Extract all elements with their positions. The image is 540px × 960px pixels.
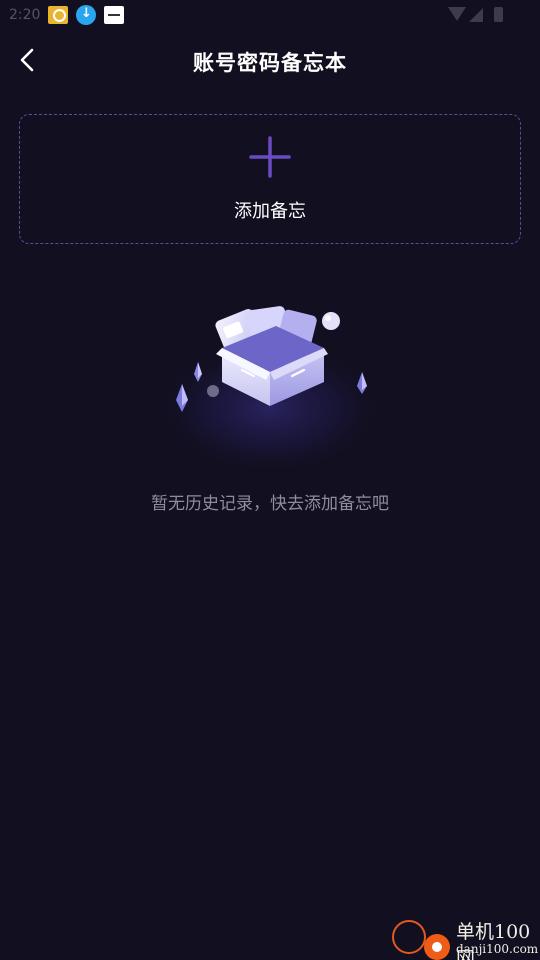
add-memo-button[interactable]: 添加备忘 — [19, 114, 521, 244]
status-bar: 2:20 — [0, 0, 540, 30]
app-notification-icon — [104, 6, 124, 24]
wifi-icon — [448, 7, 466, 21]
add-memo-label: 添加备忘 — [234, 201, 306, 222]
page-title: 账号密码备忘本 — [193, 51, 347, 75]
signal-icon — [469, 8, 483, 22]
header: 账号密码备忘本 — [0, 36, 540, 84]
empty-box-icon — [155, 306, 385, 476]
app-notification-icon — [48, 6, 68, 24]
watermark-url: danji100.com — [456, 942, 539, 956]
app-screen: 2:20 账号密码备忘本 添加备忘 — [0, 0, 540, 960]
watermark-dot-icon — [424, 934, 450, 960]
status-time: 2:20 — [9, 7, 41, 23]
plus-icon — [249, 136, 291, 178]
watermark-ring-icon — [392, 920, 426, 954]
download-icon — [76, 5, 96, 25]
empty-state-message: 暂无历史记录，快去添加备忘吧 — [151, 494, 389, 514]
watermark-logo: 单机100网 danji100.com — [388, 914, 540, 960]
battery-icon — [494, 7, 503, 22]
